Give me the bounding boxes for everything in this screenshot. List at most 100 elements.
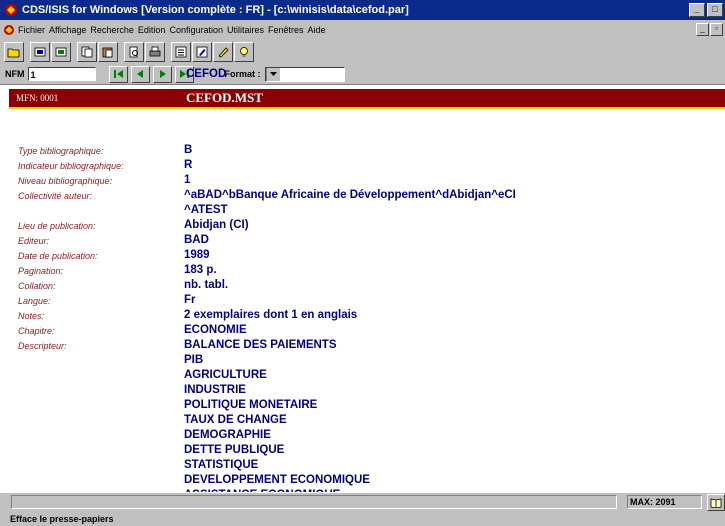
next-record-icon — [159, 70, 166, 78]
previous-record-button[interactable] — [130, 65, 150, 83]
field-value: AGRICULTURE — [184, 369, 267, 381]
field-value: Fr — [184, 294, 196, 306]
maximize-button[interactable]: □ — [707, 3, 723, 17]
browse-icon — [175, 46, 187, 58]
toolbar-group-edit — [170, 42, 254, 62]
field-value: ^ATEST — [184, 204, 228, 216]
field-value: TAUX DE CHANGE — [184, 414, 287, 426]
field-value: DETTE PUBLIQUE — [184, 444, 285, 456]
format-value: CEFOD — [186, 67, 227, 80]
pencil-button[interactable] — [213, 42, 233, 62]
database-icon-2 — [55, 47, 67, 57]
field-label: Editeur: — [18, 236, 50, 246]
next-record-button[interactable] — [152, 65, 172, 83]
mdi-restore-button[interactable]: ▫ — [710, 23, 723, 36]
lightbulb-button[interactable] — [234, 42, 254, 62]
database-name: CEFOD.MST — [186, 90, 263, 105]
field-value: DEVELOPPEMENT ECONOMIQUE — [184, 474, 370, 486]
nfm-input[interactable]: 1 — [27, 67, 96, 81]
field-label: Date de publication: — [18, 251, 98, 261]
field-label: Collectivité auteur: — [18, 191, 93, 201]
menu-affichage[interactable]: Affichage — [49, 25, 86, 35]
book-button[interactable] — [707, 494, 725, 511]
navigation-bar: NFM 1 Format : CEFOD — [0, 65, 725, 83]
title-bar: CDS/ISIS for Windows [Version complète :… — [0, 0, 725, 20]
copy-button[interactable] — [77, 42, 97, 62]
field-value: POLITIQUE MONETAIRE — [184, 399, 318, 411]
document-menu-icon[interactable] — [3, 24, 15, 36]
field-label: Indicateur bibliographique: — [18, 161, 124, 171]
field-value: ECONOMIE — [184, 324, 247, 336]
field-label: Descripteur: — [18, 341, 67, 351]
menu-edition[interactable]: Edition — [138, 25, 166, 35]
format-label: Format : — [224, 69, 261, 79]
toolbar — [0, 39, 725, 65]
field-label: Pagination: — [18, 266, 64, 276]
database-button-2[interactable] — [51, 42, 71, 62]
mdi-controls: _ ▫ — [695, 23, 723, 36]
database-button[interactable] — [30, 42, 50, 62]
database-icon — [34, 47, 46, 57]
field-label: Langue: — [18, 296, 51, 306]
open-folder-button[interactable] — [4, 42, 24, 62]
menu-bar: Fichier Affichage Recherche Edition Conf… — [0, 21, 725, 38]
field-label: Niveau bibliographique: — [18, 176, 113, 186]
menu-aide[interactable]: Aide — [308, 25, 326, 35]
field-value: nb. tabl. — [184, 279, 229, 291]
window-title: CDS/ISIS for Windows [Version complète :… — [22, 4, 409, 16]
record-header: MFN: 0001 CEFOD.MST — [9, 89, 725, 109]
toolbar-group-clip — [76, 42, 118, 62]
field-value: INDUSTRIE — [184, 384, 246, 396]
field-label: Type bibliographique: — [18, 146, 104, 156]
nfm-label: NFM — [5, 69, 25, 79]
status-panel — [11, 495, 617, 509]
field-value: STATISTIQUE — [184, 459, 259, 471]
field-label: Chapitre: — [18, 326, 55, 336]
field-value: 1989 — [184, 249, 210, 261]
field-value: 183 p. — [184, 264, 217, 276]
field-value: DEMOGRAPHIE — [184, 429, 271, 441]
toolbar-group-print — [123, 42, 165, 62]
paste-icon — [102, 47, 113, 58]
print-preview-icon — [129, 46, 138, 58]
previous-record-icon — [136, 70, 143, 78]
chevron-down-icon[interactable] — [265, 67, 280, 81]
copy-icon — [81, 46, 93, 58]
first-record-button[interactable] — [108, 65, 128, 83]
print-preview-button[interactable] — [124, 42, 144, 62]
field-value: BAD — [184, 234, 209, 246]
record-display: MFN: 0001 CEFOD.MST Type bibliographique… — [0, 84, 725, 516]
menu-recherche[interactable]: Recherche — [90, 25, 134, 35]
menu-fichier[interactable]: Fichier — [18, 25, 45, 35]
field-value: R — [184, 159, 193, 171]
field-label: Lieu de publication: — [18, 221, 96, 231]
mfn-label: MFN: 0001 — [16, 93, 59, 103]
book-icon — [710, 498, 722, 508]
paste-button[interactable] — [98, 42, 118, 62]
field-label: Notes: — [18, 311, 45, 321]
edit-icon — [196, 46, 208, 58]
menu-fenetres[interactable]: Fenêtres — [268, 25, 304, 35]
field-value: 1 — [184, 174, 191, 186]
mdi-minimize-button[interactable]: _ — [696, 23, 709, 36]
print-button[interactable] — [145, 42, 165, 62]
app-icon — [5, 4, 17, 16]
lightbulb-icon — [240, 47, 248, 57]
open-folder-icon — [7, 48, 20, 58]
field-value: B — [184, 144, 193, 156]
menu-configuration[interactable]: Configuration — [169, 25, 223, 35]
field-label: Collation: — [18, 281, 56, 291]
format-select[interactable]: CEFOD — [186, 66, 345, 82]
field-value: ^aBAD^bBanque Africaine de Développement… — [184, 189, 516, 201]
first-record-icon — [113, 70, 123, 78]
field-value: Abidjan (CI) — [184, 219, 249, 231]
menu-utilitaires[interactable]: Utilitaires — [227, 25, 264, 35]
field-value: PIB — [184, 354, 204, 366]
max-records-panel: MAX: 2091 — [627, 495, 702, 509]
browse-button[interactable] — [171, 42, 191, 62]
minimize-button[interactable]: _ — [689, 3, 705, 17]
field-value: 2 exemplaires dont 1 en anglais — [184, 309, 358, 321]
pencil-icon — [218, 47, 229, 58]
toolbar-group-file — [3, 42, 24, 62]
edit-button[interactable] — [192, 42, 212, 62]
